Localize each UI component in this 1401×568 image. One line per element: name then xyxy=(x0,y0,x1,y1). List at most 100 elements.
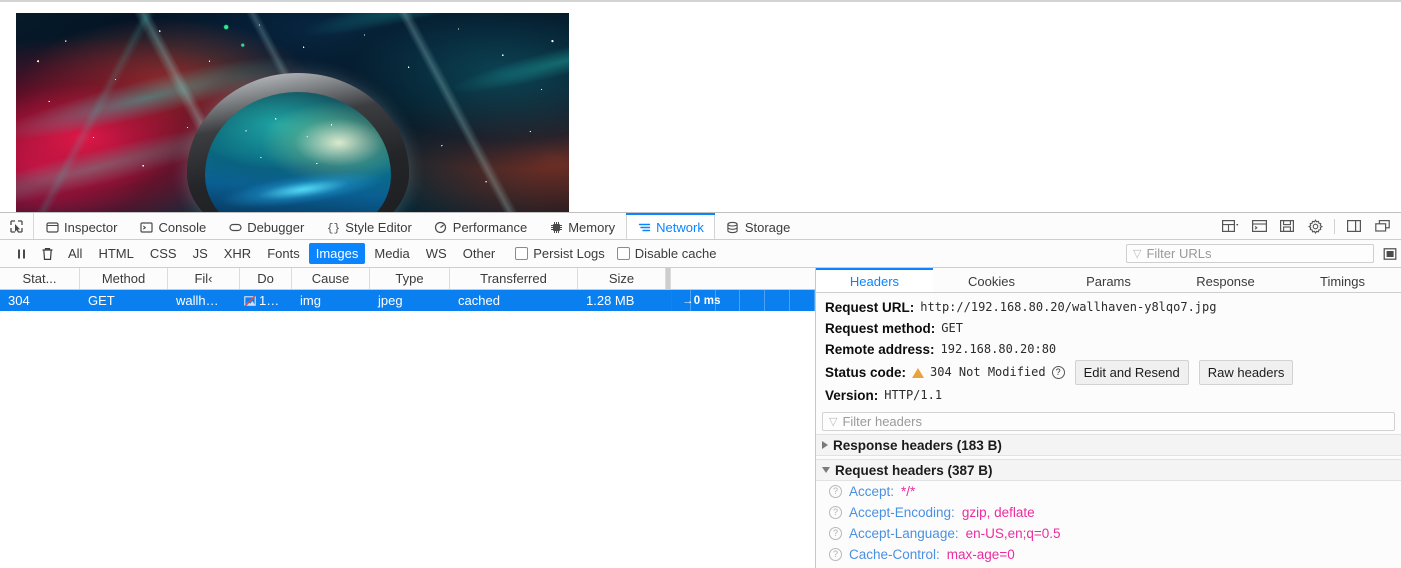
tab-params[interactable]: Params xyxy=(1050,268,1167,292)
cell-cause: img xyxy=(300,293,321,308)
tab-inspector[interactable]: Inspector xyxy=(34,213,128,239)
split-console-icon xyxy=(1251,219,1267,233)
request-headers-title: Request headers (387 B) xyxy=(835,462,993,478)
tab-memory[interactable]: Memory xyxy=(538,213,626,239)
filter-chip-ws[interactable]: WS xyxy=(419,243,454,264)
column-header-waterfall[interactable]: 0 ms 80 ms xyxy=(666,268,671,289)
help-circle-icon[interactable]: ? xyxy=(1051,366,1065,379)
disable-cache-checkbox[interactable]: Disable cache xyxy=(616,246,716,261)
tab-storage-label: Storage xyxy=(744,219,791,235)
tab-debugger[interactable]: Debugger xyxy=(217,213,315,239)
help-circle-icon[interactable]: ? xyxy=(829,485,842,498)
header-row-accept-language[interactable]: ? Accept-Language: en-US,en;q=0.5 xyxy=(816,523,1401,544)
tab-performance-label: Performance xyxy=(452,219,528,235)
status-code-value: 304 Not Modified xyxy=(930,365,1046,379)
disable-cache-box xyxy=(616,247,630,260)
filter-chip-fonts[interactable]: Fonts xyxy=(260,243,307,264)
devtools-tool-buttons xyxy=(1218,213,1401,239)
filter-chip-other[interactable]: Other xyxy=(456,243,503,264)
column-header-size[interactable]: Size xyxy=(578,268,666,289)
column-header-status[interactable]: Stat... xyxy=(0,268,80,289)
cell-size: 1.28 MB xyxy=(586,293,635,308)
cell-status: 304 xyxy=(8,293,30,308)
memory-icon xyxy=(549,220,563,234)
detail-tabbar: Headers Cookies Params Response Timings xyxy=(816,268,1401,293)
cell-waterfall: →0 ms xyxy=(666,290,815,311)
toggle-panel-icon xyxy=(1383,247,1397,261)
column-header-cause[interactable]: Cause xyxy=(292,268,370,289)
request-headers-group[interactable]: Request headers (387 B) xyxy=(816,459,1401,481)
edit-and-resend-button[interactable]: Edit and Resend xyxy=(1074,360,1189,385)
header-row-accept-encoding[interactable]: ? Accept-Encoding: gzip, deflate xyxy=(816,502,1401,523)
clear-requests-button[interactable] xyxy=(34,243,60,265)
separate-window-button[interactable] xyxy=(1369,213,1395,239)
tab-console[interactable]: Console xyxy=(128,213,217,239)
filter-chip-js[interactable]: JS xyxy=(186,243,215,264)
console-icon xyxy=(139,220,153,234)
raw-headers-button[interactable]: Raw headers xyxy=(1198,360,1294,385)
header-row-cache-control[interactable]: ? Cache-Control: max-age=0 xyxy=(816,544,1401,565)
tab-response[interactable]: Response xyxy=(1167,268,1284,292)
browser-content-area xyxy=(0,0,1401,214)
warning-triangle-icon xyxy=(912,367,925,378)
settings-gear-icon xyxy=(1307,218,1323,234)
toggle-detail-panel-button[interactable] xyxy=(1380,244,1400,264)
debugger-icon xyxy=(228,220,242,234)
filter-chip-css[interactable]: CSS xyxy=(143,243,184,264)
filter-headers-input[interactable]: ▽ Filter headers xyxy=(822,412,1395,431)
response-headers-group[interactable]: Response headers (183 B) xyxy=(816,434,1401,456)
summary-request-method: Request method: GET xyxy=(825,318,1401,339)
filter-urls-input[interactable]: ▽ Filter URLs xyxy=(1126,244,1374,263)
devtools-tabbar: Inspector Console Debugger {} Style Edit… xyxy=(0,213,1401,240)
request-url-label: Request URL: xyxy=(825,300,915,315)
tab-headers[interactable]: Headers xyxy=(816,268,933,292)
settings-button[interactable] xyxy=(1302,213,1328,239)
column-header-type[interactable]: Type xyxy=(370,268,450,289)
tab-debugger-label: Debugger xyxy=(247,219,305,235)
split-console-button[interactable] xyxy=(1246,213,1272,239)
tab-timings[interactable]: Timings xyxy=(1284,268,1401,292)
request-list-pane: Stat... Method Fil‹ Do Cause Type Transf… xyxy=(0,268,815,568)
dock-side-button[interactable] xyxy=(1341,213,1367,239)
header-value: */* xyxy=(901,484,916,499)
broken-image-icon xyxy=(244,295,256,307)
filter-chip-media[interactable]: Media xyxy=(367,243,416,264)
screenshot-button[interactable] xyxy=(1274,213,1300,239)
column-header-transferred[interactable]: Transferred xyxy=(450,268,578,289)
column-header-file[interactable]: Fil‹ xyxy=(168,268,240,289)
tabbar-spacer xyxy=(801,213,1218,239)
version-label: Version: xyxy=(825,388,879,403)
header-row-accept[interactable]: ? Accept: */* xyxy=(816,481,1401,502)
chevron-right-icon xyxy=(822,441,828,449)
tab-storage[interactable]: Storage xyxy=(715,213,802,239)
responsive-design-mode-button[interactable] xyxy=(1218,213,1244,239)
tab-style-editor[interactable]: {} Style Editor xyxy=(315,213,422,239)
pause-requests-button[interactable] xyxy=(8,243,34,265)
column-header-method[interactable]: Method xyxy=(80,268,168,289)
wallpaper-image[interactable] xyxy=(16,13,569,214)
summary-version: Version: HTTP/1.1 xyxy=(825,385,1401,406)
tab-style-editor-label: Style Editor xyxy=(345,219,412,235)
tab-performance[interactable]: Performance xyxy=(423,213,538,239)
help-circle-icon[interactable]: ? xyxy=(829,527,842,540)
column-header-domain[interactable]: Do xyxy=(240,268,292,289)
table-row[interactable]: 304 GET wallh… 1… img jpeg cached 1.28 M… xyxy=(0,290,815,311)
element-picker-button[interactable] xyxy=(0,213,34,239)
pause-icon xyxy=(16,248,27,260)
trash-icon xyxy=(41,247,54,261)
persist-logs-checkbox[interactable]: Persist Logs xyxy=(515,246,605,261)
network-icon xyxy=(637,220,651,234)
request-method-value: GET xyxy=(941,321,963,335)
filter-chip-html[interactable]: HTML xyxy=(91,243,140,264)
help-circle-icon[interactable]: ? xyxy=(829,506,842,519)
filter-chip-xhr[interactable]: XHR xyxy=(217,243,258,264)
tab-network[interactable]: Network xyxy=(626,213,715,239)
request-url-value: http://192.168.80.20/wallhaven-y8lqo7.jp… xyxy=(920,300,1217,314)
tab-cookies[interactable]: Cookies xyxy=(933,268,1050,292)
header-name: Accept-Encoding: xyxy=(849,505,955,520)
filter-chip-images[interactable]: Images xyxy=(308,243,366,264)
version-value: HTTP/1.1 xyxy=(884,388,943,402)
filter-chip-all[interactable]: All xyxy=(61,243,89,264)
help-circle-icon[interactable]: ? xyxy=(829,548,842,561)
status-code-label: Status code: xyxy=(825,365,907,380)
